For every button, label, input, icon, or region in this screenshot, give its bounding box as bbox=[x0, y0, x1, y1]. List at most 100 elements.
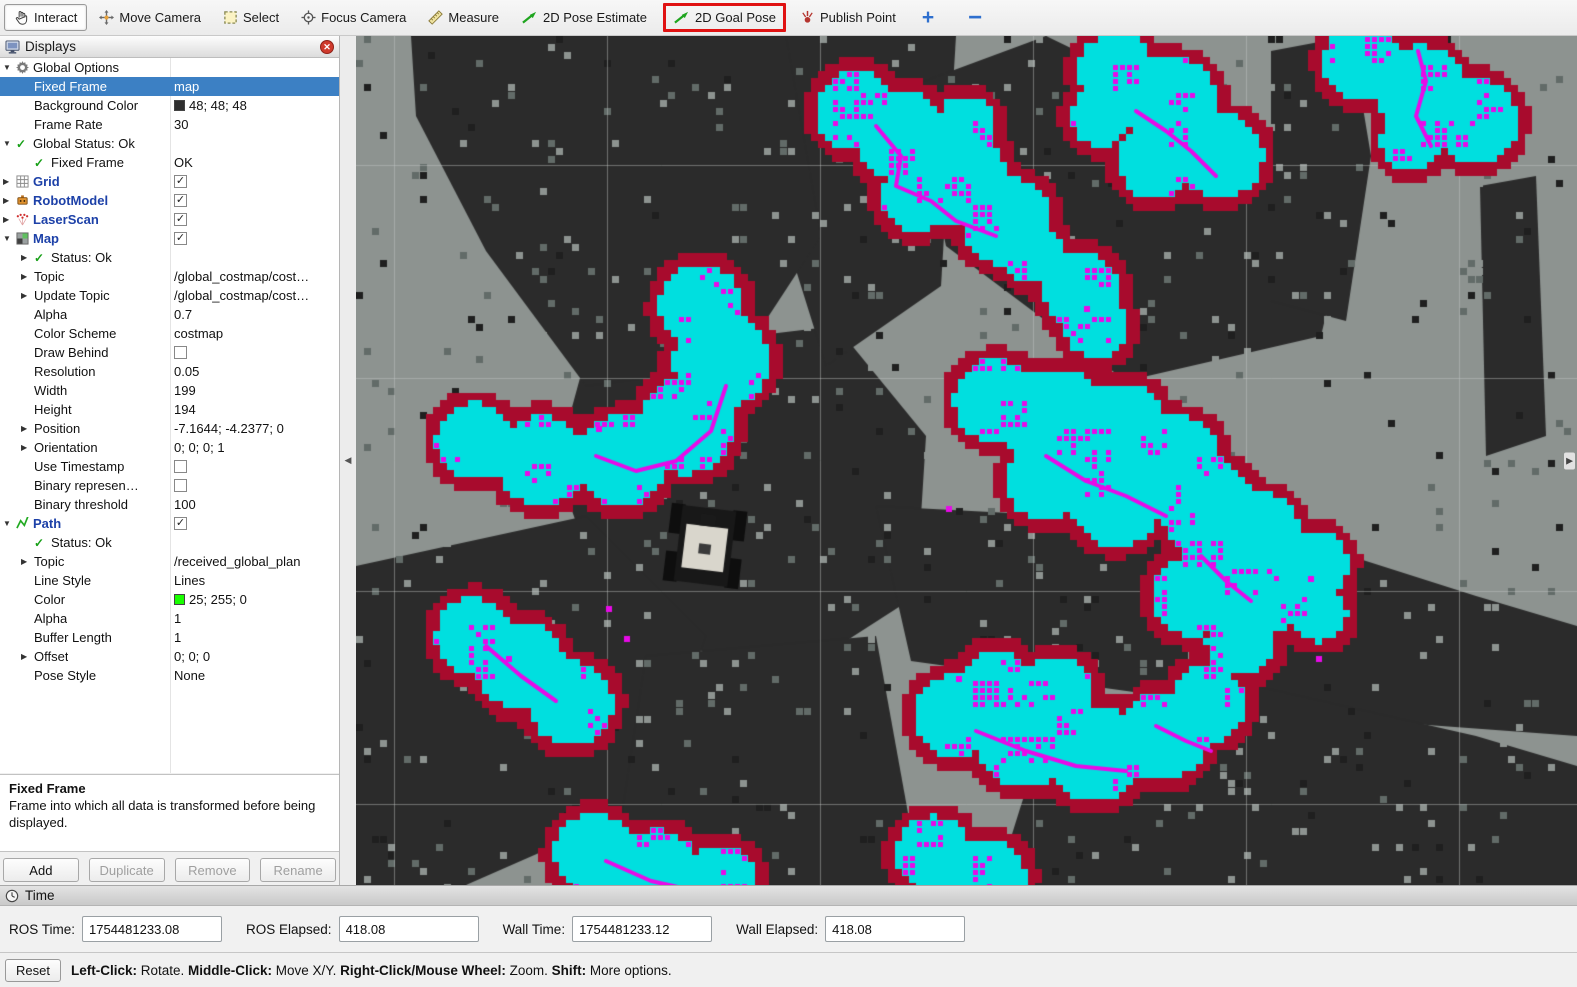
tree-row-update-topic[interactable]: ▶Update Topic/global_costmap/cost… bbox=[0, 286, 339, 305]
collapse-left-arrow-icon[interactable]: ◀ bbox=[345, 455, 352, 466]
panel-splitter[interactable]: ◀ bbox=[340, 36, 356, 885]
property-value[interactable]: 30 bbox=[174, 115, 188, 134]
property-value[interactable]: ✓ bbox=[174, 229, 187, 248]
property-value[interactable]: 25; 255; 0 bbox=[174, 590, 247, 609]
property-value[interactable]: /global_costmap/cost… bbox=[174, 286, 309, 305]
tree-row-width[interactable]: Width199 bbox=[0, 381, 339, 400]
tree-row-buffer-length[interactable]: Buffer Length1 bbox=[0, 628, 339, 647]
expand-arrow-icon[interactable]: ▶ bbox=[21, 291, 34, 300]
pose-estimate-button[interactable]: 2D Pose Estimate bbox=[511, 4, 657, 31]
expand-arrow-icon[interactable]: ▶ bbox=[21, 443, 34, 452]
property-value[interactable]: -7.1644; -4.2377; 0 bbox=[174, 419, 284, 438]
tree-row-robotmodel[interactable]: ▶RobotModel✓ bbox=[0, 191, 339, 210]
collapse-arrow-icon[interactable]: ▼ bbox=[3, 234, 16, 243]
expand-arrow-icon[interactable]: ▶ bbox=[21, 557, 34, 566]
tree-row-line-style[interactable]: Line StyleLines bbox=[0, 571, 339, 590]
tree-row-binary-represen[interactable]: Binary represen… bbox=[0, 476, 339, 495]
property-value[interactable]: ✓ bbox=[174, 210, 187, 229]
tree-row-position[interactable]: ▶Position-7.1644; -4.2377; 0 bbox=[0, 419, 339, 438]
property-value[interactable]: ✓ bbox=[174, 172, 187, 191]
publish-point-button[interactable]: Publish Point bbox=[790, 4, 906, 31]
expand-arrow-icon[interactable]: ▶ bbox=[21, 253, 34, 262]
ros-elapsed-input[interactable] bbox=[339, 916, 479, 942]
checkbox-checked[interactable]: ✓ bbox=[174, 213, 187, 226]
duplicate-button[interactable]: Duplicate bbox=[89, 858, 165, 882]
tree-row-pose-style[interactable]: Pose StyleNone bbox=[0, 666, 339, 685]
measure-button[interactable]: Measure bbox=[418, 4, 509, 31]
property-value[interactable] bbox=[174, 476, 187, 495]
tree-row-fixed-frame[interactable]: ✓Fixed FrameOK bbox=[0, 153, 339, 172]
tree-row-draw-behind[interactable]: Draw Behind bbox=[0, 343, 339, 362]
property-value[interactable]: 194 bbox=[174, 400, 196, 419]
tree-row-color-scheme[interactable]: Color Schemecostmap bbox=[0, 324, 339, 343]
interact-button[interactable]: Interact bbox=[4, 4, 87, 31]
wall-elapsed-input[interactable] bbox=[825, 916, 965, 942]
checkbox-unchecked[interactable] bbox=[174, 460, 187, 473]
expand-arrow-icon[interactable]: ▶ bbox=[3, 196, 16, 205]
goal-pose-button[interactable]: 2D Goal Pose bbox=[663, 3, 786, 32]
property-value[interactable]: ✓ bbox=[174, 514, 187, 533]
remove-button[interactable]: Remove bbox=[175, 858, 251, 882]
tree-row-grid[interactable]: ▶Grid✓ bbox=[0, 172, 339, 191]
property-value[interactable]: Lines bbox=[174, 571, 205, 590]
expand-arrow-icon[interactable]: ▶ bbox=[3, 215, 16, 224]
color-swatch[interactable] bbox=[174, 100, 185, 111]
tree-row-topic[interactable]: ▶Topic/global_costmap/cost… bbox=[0, 267, 339, 286]
checkbox-checked[interactable]: ✓ bbox=[174, 175, 187, 188]
property-value[interactable]: costmap bbox=[174, 324, 223, 343]
tree-row-fixed-frame[interactable]: Fixed Framemap bbox=[0, 77, 339, 96]
checkbox-unchecked[interactable] bbox=[174, 479, 187, 492]
tree-row-global-status-ok[interactable]: ▼✓Global Status: Ok bbox=[0, 134, 339, 153]
collapse-arrow-icon[interactable]: ▼ bbox=[3, 63, 16, 72]
tree-row-resolution[interactable]: Resolution0.05 bbox=[0, 362, 339, 381]
expand-arrow-icon[interactable]: ▶ bbox=[21, 272, 34, 281]
property-value[interactable]: /received_global_plan bbox=[174, 552, 300, 571]
property-value[interactable]: 0.05 bbox=[174, 362, 199, 381]
tree-row-frame-rate[interactable]: Frame Rate30 bbox=[0, 115, 339, 134]
tree-row-height[interactable]: Height194 bbox=[0, 400, 339, 419]
property-value[interactable]: 199 bbox=[174, 381, 196, 400]
tree-row-path[interactable]: ▼Path✓ bbox=[0, 514, 339, 533]
tree-row-offset[interactable]: ▶Offset0; 0; 0 bbox=[0, 647, 339, 666]
tree-row-topic[interactable]: ▶Topic/received_global_plan bbox=[0, 552, 339, 571]
property-value[interactable]: 0.7 bbox=[174, 305, 192, 324]
property-value[interactable]: 0; 0; 0; 1 bbox=[174, 438, 225, 457]
expand-arrow-icon[interactable]: ▶ bbox=[3, 177, 16, 186]
tree-row-color[interactable]: Color25; 255; 0 bbox=[0, 590, 339, 609]
expand-arrow-icon[interactable]: ▶ bbox=[21, 652, 34, 661]
property-value[interactable]: 0; 0; 0 bbox=[174, 647, 210, 666]
add-button[interactable]: Add bbox=[3, 858, 79, 882]
property-value[interactable]: /global_costmap/cost… bbox=[174, 267, 309, 286]
rename-button[interactable]: Rename bbox=[260, 858, 336, 882]
property-value[interactable]: OK bbox=[174, 153, 193, 172]
tree-row-map[interactable]: ▼Map✓ bbox=[0, 229, 339, 248]
reset-button[interactable]: Reset bbox=[5, 959, 61, 982]
tree-row-status-ok[interactable]: ✓Status: Ok bbox=[0, 533, 339, 552]
tree-row-background-color[interactable]: Background Color48; 48; 48 bbox=[0, 96, 339, 115]
tree-row-use-timestamp[interactable]: Use Timestamp bbox=[0, 457, 339, 476]
collapse-arrow-icon[interactable]: ▼ bbox=[3, 519, 16, 528]
tree-row-orientation[interactable]: ▶Orientation0; 0; 0; 1 bbox=[0, 438, 339, 457]
property-value[interactable] bbox=[174, 343, 187, 362]
ros-time-input[interactable] bbox=[82, 916, 222, 942]
select-button[interactable]: Select bbox=[213, 4, 289, 31]
add-tool-button[interactable]: + bbox=[922, 7, 934, 28]
tree-row-alpha[interactable]: Alpha1 bbox=[0, 609, 339, 628]
tree-row-binary-threshold[interactable]: Binary threshold100 bbox=[0, 495, 339, 514]
property-value[interactable]: 48; 48; 48 bbox=[174, 96, 247, 115]
tree-row-global-options[interactable]: ▼Global Options bbox=[0, 58, 339, 77]
collapse-arrow-icon[interactable]: ▼ bbox=[3, 139, 16, 148]
3d-viewport-canvas[interactable] bbox=[356, 36, 1577, 885]
property-value[interactable]: ✓ bbox=[174, 191, 187, 210]
checkbox-checked[interactable]: ✓ bbox=[174, 194, 187, 207]
checkbox-checked[interactable]: ✓ bbox=[174, 232, 187, 245]
property-value[interactable]: None bbox=[174, 666, 205, 685]
tree-row-alpha[interactable]: Alpha0.7 bbox=[0, 305, 339, 324]
focus-camera-button[interactable]: Focus Camera bbox=[291, 4, 416, 31]
property-value[interactable]: 100 bbox=[174, 495, 196, 514]
property-value[interactable]: 1 bbox=[174, 609, 181, 628]
collapse-right-arrow-icon[interactable]: ▶ bbox=[1564, 452, 1575, 469]
property-value[interactable]: map bbox=[174, 77, 199, 96]
property-value[interactable]: 1 bbox=[174, 628, 181, 647]
toolbar-collapse-button[interactable]: − bbox=[968, 6, 982, 30]
